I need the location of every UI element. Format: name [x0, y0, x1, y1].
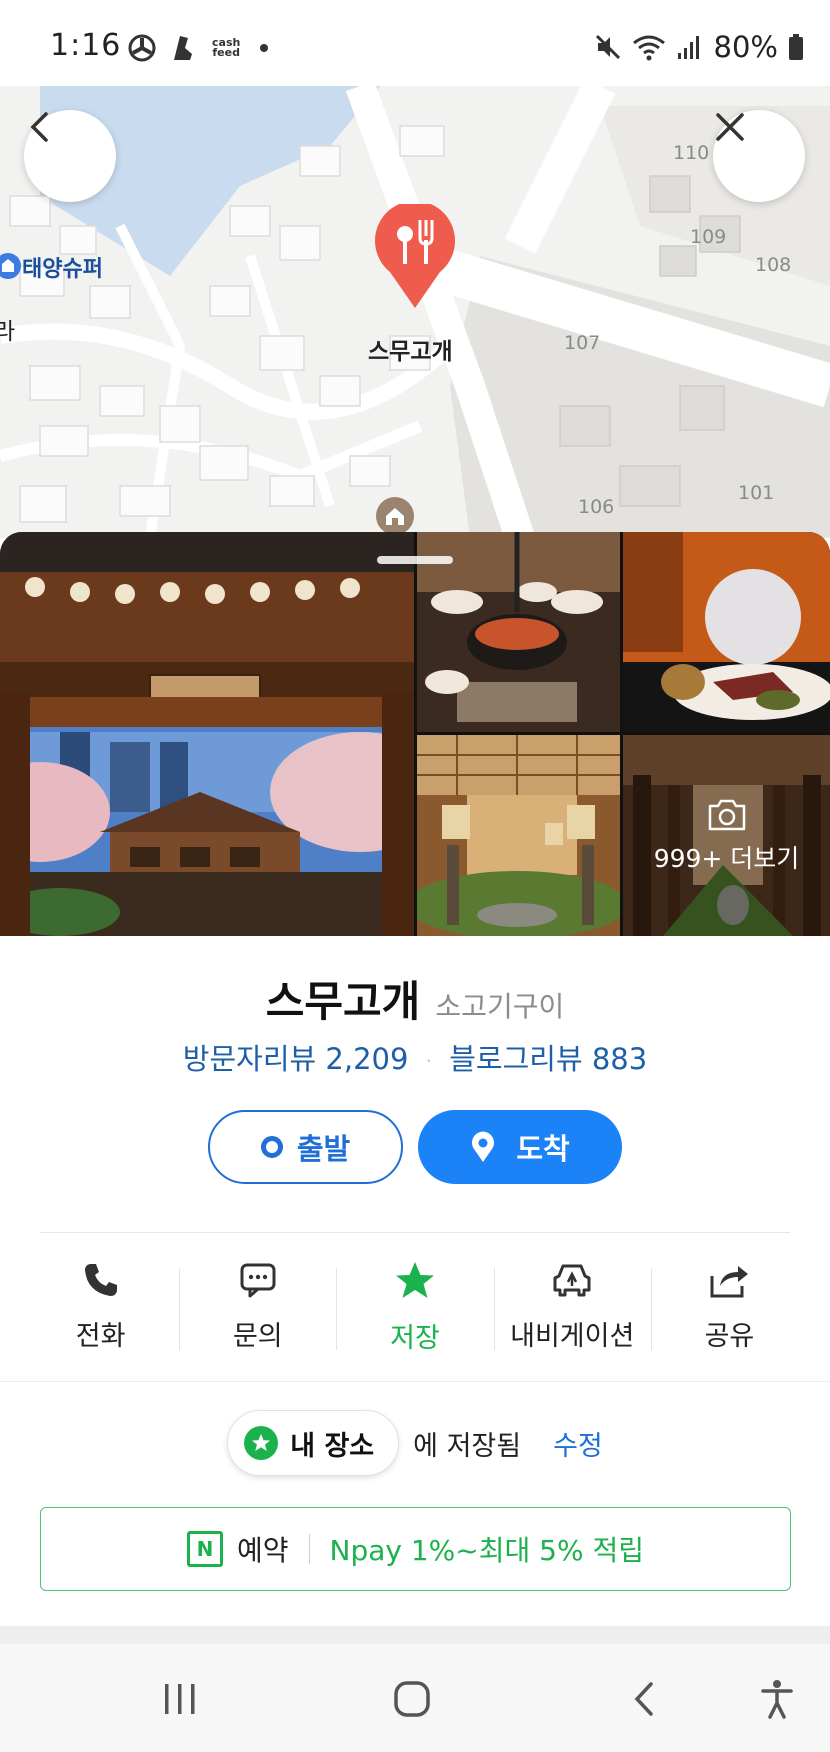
section-gap: [0, 1626, 830, 1644]
place-category: 소고기구이: [435, 990, 565, 1023]
chat-icon: [240, 1263, 276, 1298]
photo-interior[interactable]: [417, 735, 620, 936]
system-status: 80%: [594, 30, 804, 64]
chevron-left-icon: [30, 112, 48, 142]
main-photo[interactable]: [0, 532, 414, 936]
npay-promo: Npay 1%~최대 5% 적립: [329, 1534, 645, 1567]
my-places-chip[interactable]: 내 장소: [227, 1410, 400, 1476]
inquiry-button[interactable]: 문의: [179, 1254, 336, 1374]
navigation-car-icon: [553, 1264, 591, 1297]
building-number: 109: [690, 226, 727, 248]
wifi-icon: [632, 35, 665, 61]
phone-icon: [84, 1264, 117, 1296]
system-nav-bar: [0, 1644, 830, 1752]
action-bar: 전화 문의 저장 내비게이션 공유: [22, 1254, 808, 1374]
share-label: 공유: [704, 1321, 755, 1352]
status-time: 1:16: [50, 28, 122, 63]
building-number: 110: [673, 142, 710, 164]
more-notifications-dot: [260, 44, 269, 52]
share-button[interactable]: 공유: [650, 1254, 808, 1374]
house-poi-icon: [376, 497, 414, 535]
signal-icon: [677, 36, 699, 59]
reservation-label: 예약: [236, 1534, 289, 1567]
home-button[interactable]: [382, 1672, 442, 1726]
more-photos-button[interactable]: 999+ 더보기: [623, 735, 830, 936]
accessibility-icon: [761, 1680, 793, 1719]
call-label: 전화: [75, 1321, 126, 1352]
sheet-drag-handle[interactable]: [377, 556, 453, 564]
my-places-label: 내 장소: [290, 1430, 375, 1462]
share-icon: [710, 1266, 749, 1298]
saved-text: 에 저장됨: [413, 1430, 522, 1462]
fan-icon: [128, 34, 156, 62]
status-bar: 1:16 cash feed 80%: [0, 0, 830, 86]
recent-apps-button[interactable]: [150, 1672, 210, 1726]
boot-icon: [174, 36, 192, 60]
notification-icons: cash feed: [128, 34, 269, 62]
home-icon: [394, 1681, 430, 1717]
star-badge-icon: [244, 1426, 279, 1460]
mute-icon: [595, 34, 620, 60]
photo-hanok-gate: [0, 532, 414, 936]
battery-icon: [789, 34, 803, 60]
poi-label-supermarket[interactable]: 태양슈퍼: [22, 251, 103, 283]
building-number: 108: [755, 254, 792, 276]
saved-status: 내 장소 에 저장됨 수정: [0, 1410, 830, 1476]
star-icon: [396, 1262, 434, 1298]
building-number: 106: [578, 496, 615, 518]
save-button[interactable]: 저장: [336, 1254, 493, 1374]
save-label: 저장: [390, 1323, 440, 1354]
divider: [40, 1232, 790, 1233]
battery-percent: 80%: [713, 30, 778, 64]
navigation-button[interactable]: 내비게이션: [493, 1254, 651, 1374]
review-summary: 방문자리뷰 2,209 · 블로그리뷰 883: [0, 1036, 830, 1078]
store-poi-icon: [0, 253, 21, 279]
origin-dot-icon: [260, 1136, 283, 1158]
recent-apps-icon: [165, 1684, 195, 1714]
back-button[interactable]: [24, 110, 116, 202]
back-nav-button[interactable]: [614, 1672, 674, 1726]
review-separator: ·: [425, 1049, 432, 1073]
photo-steak[interactable]: [623, 532, 830, 732]
camera-icon: [708, 799, 745, 830]
depart-button[interactable]: 출발: [208, 1110, 403, 1184]
more-photos-label: 999+ 더보기: [653, 843, 800, 873]
close-icon: [716, 113, 744, 141]
blog-reviews-link[interactable]: 블로그리뷰 883: [449, 1042, 647, 1076]
map-view[interactable]: 스무고개 태양슈퍼 라 110 109 108 107 106 101: [0, 86, 830, 538]
naver-booking-icon: N: [186, 1531, 223, 1567]
reservation-separator: [308, 1534, 310, 1564]
navigation-label: 내비게이션: [510, 1321, 635, 1352]
inquiry-label: 문의: [232, 1321, 283, 1352]
building-number: 107: [564, 332, 601, 354]
photo-steak-image: [623, 532, 830, 732]
call-button[interactable]: 전화: [22, 1254, 179, 1374]
map-edge-label: 라: [0, 319, 16, 345]
visitor-reviews-link[interactable]: 방문자리뷰 2,209: [183, 1042, 409, 1076]
section-divider: [0, 1381, 830, 1382]
building-number: 101: [738, 482, 775, 504]
edit-link[interactable]: 수정: [553, 1424, 603, 1463]
back-icon: [634, 1682, 653, 1716]
cash-feed-icon: cash feed: [212, 36, 241, 59]
location-pin-icon: [472, 1131, 495, 1162]
arrive-button[interactable]: 도착: [418, 1110, 622, 1184]
place-name: 스무고개: [265, 977, 421, 1026]
accessibility-button[interactable]: [747, 1672, 807, 1726]
close-button[interactable]: [713, 110, 805, 202]
marker-label: 스무고개: [368, 339, 453, 365]
restaurant-marker-icon[interactable]: [370, 204, 460, 314]
photo-interior-image: [417, 735, 620, 936]
reservation-banner[interactable]: N 예약 Npay 1%~최대 5% 적립: [40, 1507, 791, 1591]
arrive-label: 도착: [516, 1132, 570, 1166]
place-header: 스무고개 소고기구이: [0, 968, 830, 1029]
depart-label: 출발: [296, 1132, 351, 1166]
